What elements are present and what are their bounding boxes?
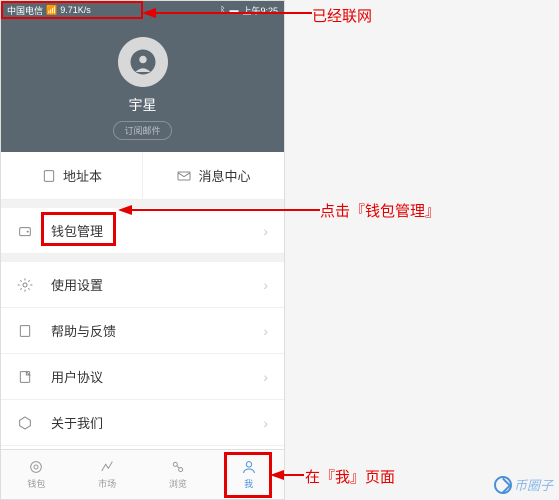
menu-agreement[interactable]: 用户协议 › bbox=[1, 354, 284, 400]
watermark-text: 币圈子 bbox=[514, 475, 553, 494]
tab-browse[interactable]: 浏览 bbox=[143, 450, 214, 499]
tab-me[interactable]: 我 bbox=[213, 450, 284, 499]
help-icon bbox=[17, 323, 39, 339]
tab-me-label: 我 bbox=[244, 477, 253, 490]
addressbook-button[interactable]: 地址本 bbox=[1, 152, 143, 199]
menu-agreement-label: 用户协议 bbox=[51, 367, 103, 386]
menu-about[interactable]: 关于我们 › bbox=[1, 400, 284, 446]
profile-section: 宇星 订阅邮件 bbox=[1, 19, 284, 152]
signal-icon: 📶 bbox=[46, 5, 57, 16]
avatar-logo-icon bbox=[128, 47, 158, 77]
phone-frame: 中国电信 📶 9.71K/s ᛒ ▬ 上午9:25 宇星 订阅邮件 地址本 消息… bbox=[0, 0, 285, 500]
watermark-logo-icon bbox=[494, 476, 512, 494]
chevron-right-icon: › bbox=[263, 415, 268, 431]
subscribe-button[interactable]: 订阅邮件 bbox=[113, 121, 171, 140]
tab-browse-label: 浏览 bbox=[169, 477, 187, 490]
time-label: 上午9:25 bbox=[242, 4, 278, 17]
gear-icon bbox=[17, 277, 39, 293]
wallet-icon bbox=[17, 223, 39, 239]
tab-wallet-icon bbox=[28, 459, 44, 475]
menu-gap-2 bbox=[1, 254, 284, 262]
tab-market-label: 市场 bbox=[98, 477, 116, 490]
annotation-connected: 已经联网 bbox=[312, 5, 372, 26]
tab-market[interactable]: 市场 bbox=[72, 450, 143, 499]
menu-help-label: 帮助与反馈 bbox=[51, 321, 116, 340]
tab-wallet-label: 钱包 bbox=[27, 477, 45, 490]
tab-browse-icon bbox=[170, 459, 186, 475]
avatar[interactable] bbox=[118, 37, 168, 87]
quick-row: 地址本 消息中心 bbox=[1, 152, 284, 200]
chevron-right-icon: › bbox=[263, 323, 268, 339]
addressbook-label: 地址本 bbox=[63, 166, 102, 185]
username: 宇星 bbox=[1, 95, 284, 115]
chevron-right-icon: › bbox=[263, 369, 268, 385]
menu-settings[interactable]: 使用设置 › bbox=[1, 262, 284, 308]
chevron-right-icon: › bbox=[263, 223, 268, 239]
envelope-icon bbox=[176, 168, 192, 184]
menu-help[interactable]: 帮助与反馈 › bbox=[1, 308, 284, 354]
messages-label: 消息中心 bbox=[198, 166, 250, 185]
messages-button[interactable]: 消息中心 bbox=[143, 152, 284, 199]
tab-wallet[interactable]: 钱包 bbox=[1, 450, 72, 499]
annotation-click-wallet: 点击『钱包管理』 bbox=[320, 200, 440, 221]
addressbook-icon bbox=[41, 168, 57, 184]
watermark: 币圈子 bbox=[494, 475, 553, 494]
tab-market-icon bbox=[99, 459, 115, 475]
carrier-label: 中国电信 bbox=[7, 4, 43, 17]
menu-about-label: 关于我们 bbox=[51, 413, 103, 432]
tab-me-icon bbox=[241, 459, 257, 475]
tab-bar: 钱包 市场 浏览 我 bbox=[1, 449, 284, 499]
status-bar: 中国电信 📶 9.71K/s ᛒ ▬ 上午9:25 bbox=[1, 1, 284, 19]
bluetooth-icon: ᛒ bbox=[220, 5, 225, 15]
annotation-on-me-page: 在『我』页面 bbox=[305, 466, 395, 487]
document-icon bbox=[17, 369, 39, 385]
speed-label: 9.71K/s bbox=[60, 5, 91, 15]
menu-wallet[interactable]: 钱包管理 › bbox=[1, 208, 284, 254]
battery-icon: ▬ bbox=[229, 5, 238, 15]
menu-wallet-label: 钱包管理 bbox=[51, 221, 103, 240]
menu-settings-label: 使用设置 bbox=[51, 275, 103, 294]
menu-gap bbox=[1, 200, 284, 208]
chevron-right-icon: › bbox=[263, 277, 268, 293]
info-icon bbox=[17, 415, 39, 431]
